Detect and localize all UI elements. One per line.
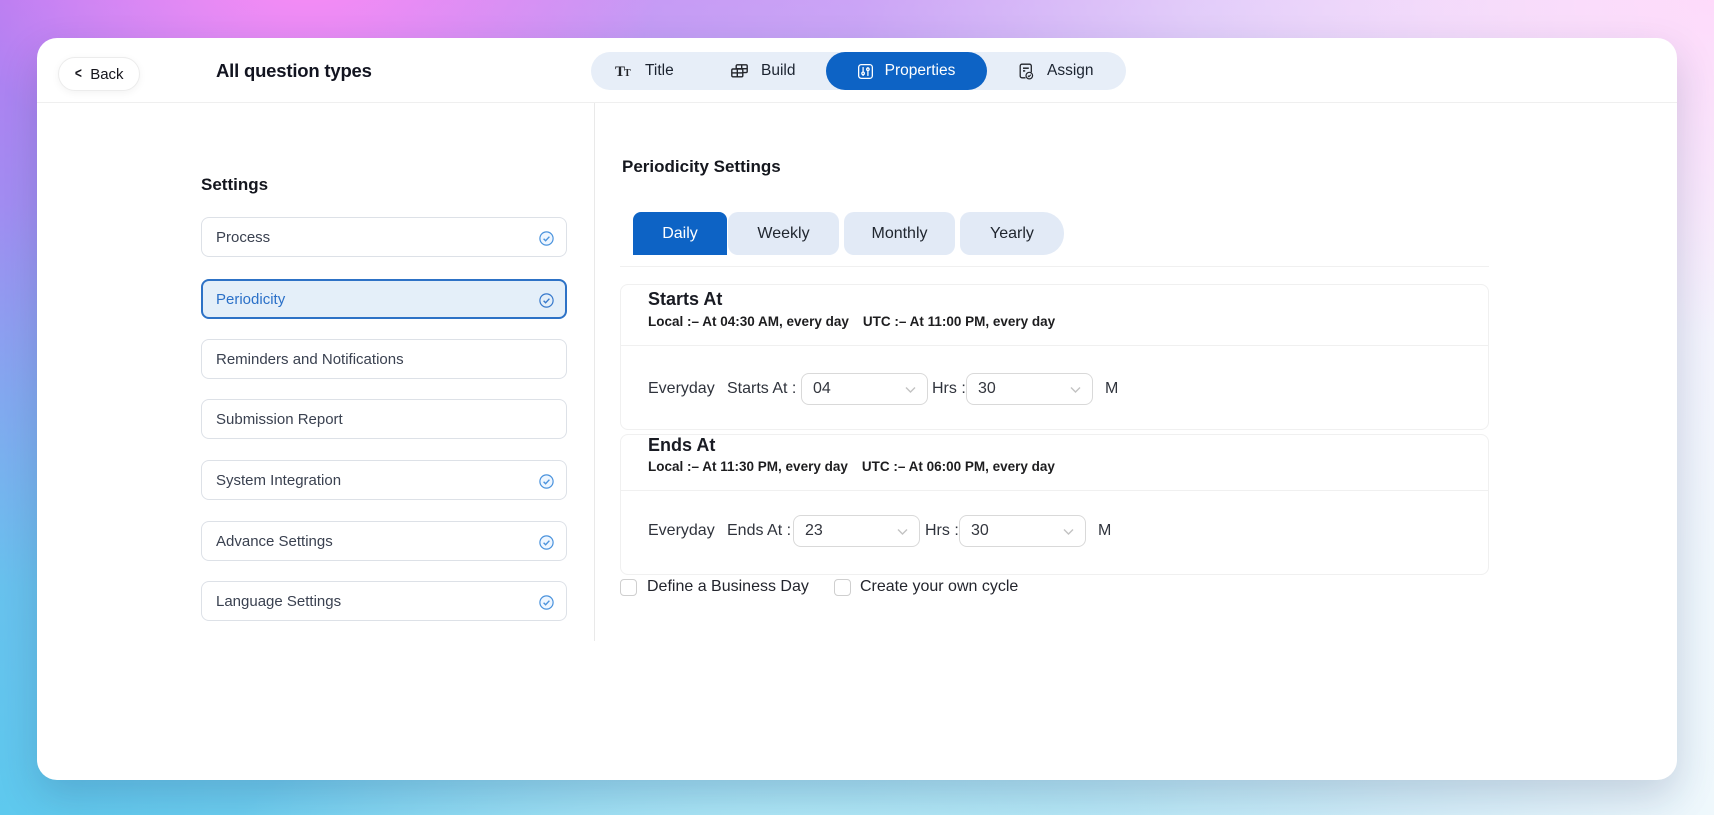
svg-text:T: T [624, 68, 631, 79]
